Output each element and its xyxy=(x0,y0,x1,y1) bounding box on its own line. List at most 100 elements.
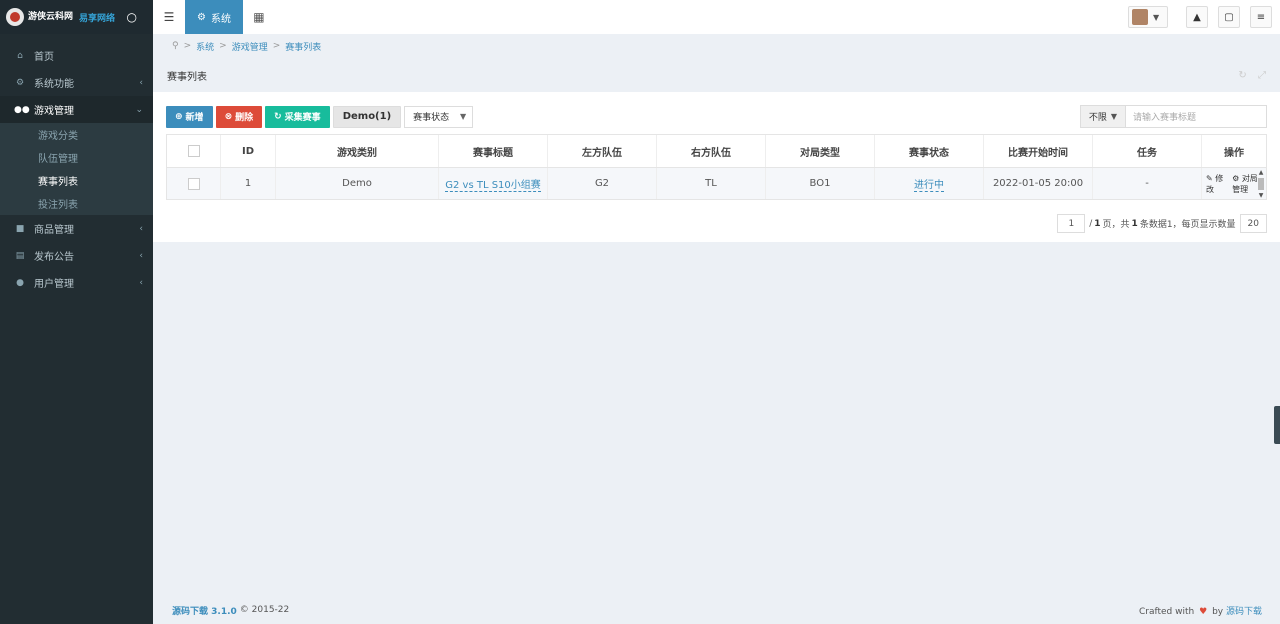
column-header[interactable]: 赛事标题 xyxy=(439,135,548,167)
collect-button-label: 采集赛事 xyxy=(284,113,321,123)
search-scope-dropdown[interactable]: 不限 ▼ xyxy=(1079,105,1126,128)
match-title-link[interactable]: G2 vs TL S10小组赛 xyxy=(445,176,541,192)
table-scrollbar[interactable]: ▲ ▼ xyxy=(1257,169,1265,199)
main-content: ⚲ > 系统 > 游戏管理 > 赛事列表 赛事列表 ↻ ⤢ ⊕ 新增 ⊗ 删除 … xyxy=(153,34,1280,624)
shop-icon: ■ xyxy=(15,223,25,234)
sidebar-item-label: 系统功能 xyxy=(34,79,74,90)
sidebar-item-game[interactable]: ●● 游戏管理 ⌄ xyxy=(0,96,153,123)
refresh-icon[interactable]: ↻ xyxy=(1238,70,1246,81)
trash-icon[interactable]: ▲ xyxy=(1186,6,1208,28)
breadcrumb-item-system[interactable]: 系统 xyxy=(196,40,214,53)
caret-down-icon: ▼ xyxy=(460,112,467,121)
times-circle-icon: ⊗ xyxy=(224,111,233,122)
status-link[interactable]: 进行中 xyxy=(914,176,944,192)
logo-icon xyxy=(6,8,24,26)
breadcrumb-item-matches[interactable]: 赛事列表 xyxy=(285,40,321,53)
sidebar-item-label: 游戏管理 xyxy=(34,106,74,117)
top-navbar: ☰ ⚙ 系统 ▦ ▼ ▲ ▢ ≡ xyxy=(153,0,1280,34)
sidebar-item-label: 发布公告 xyxy=(34,252,74,263)
logo-text: 游侠云科网 xyxy=(28,12,74,22)
footer-link[interactable]: 源码下载 xyxy=(1226,607,1262,617)
sidebar-item-shop[interactable]: ■ 商品管理 ‹ xyxy=(0,215,153,242)
scroll-up-icon[interactable]: ▲ xyxy=(1257,169,1265,176)
column-header[interactable]: 右方队伍 xyxy=(657,135,766,167)
grid-icon[interactable]: ▦ xyxy=(243,10,275,24)
chevron-left-icon: ‹ xyxy=(139,77,143,88)
refresh-icon: ↻ xyxy=(274,111,282,122)
sidebar-item-users[interactable]: ● 用户管理 ‹ xyxy=(0,269,153,296)
droplet-icon[interactable]: ○ xyxy=(127,10,137,24)
chevron-down-icon: ⌄ xyxy=(135,104,143,115)
sidebar-item-system[interactable]: ⚙ 系统功能 ‹ xyxy=(0,69,153,96)
sidebar-item-notice[interactable]: ▤ 发布公告 ‹ xyxy=(0,242,153,269)
top-right-tools: ▼ ▲ ▢ ≡ xyxy=(1128,6,1280,28)
column-header[interactable]: 赛事状态 xyxy=(875,135,984,167)
search-group: 不限 ▼ 请输入赛事标题 xyxy=(1079,105,1267,128)
settings-sliders-icon[interactable]: ≡ xyxy=(1250,6,1272,28)
logo-bar: 游侠云科网 易享网络 ○ xyxy=(0,0,153,34)
column-header: 操作 xyxy=(1224,147,1244,159)
column-header[interactable]: 任务 xyxy=(1093,135,1202,167)
column-header[interactable]: 比赛开始时间 xyxy=(984,135,1093,167)
edit-button[interactable]: ✎ 修改 xyxy=(1206,173,1224,195)
status-select[interactable]: 赛事状态 ▼ xyxy=(404,105,474,128)
pager-text-mid: 页，共 xyxy=(1102,220,1130,230)
row-checkbox[interactable] xyxy=(187,177,200,190)
table-header-row: ID 游戏类别 赛事标题 左方队伍 右方队伍 对局类型 赛事状态 比赛开始时间 … xyxy=(167,135,1266,168)
page-number-input[interactable]: 1 xyxy=(1057,214,1086,233)
breadcrumb-item-game[interactable]: 游戏管理 xyxy=(232,40,268,53)
tab-system[interactable]: ⚙ 系统 xyxy=(185,0,243,34)
sidebar-menu: ⌂ 首页 ⚙ 系统功能 ‹ ●● 游戏管理 ⌄ 游戏分类 队伍管理 赛事列表 投… xyxy=(0,42,153,296)
user-menu-button[interactable]: ▼ xyxy=(1128,6,1168,28)
location-pin-icon: ⚲ xyxy=(172,41,179,51)
footer: 源码下载 3.1.0 © 2015-22 Crafted with ♥ by 源… xyxy=(153,596,1280,624)
scroll-down-icon[interactable]: ▼ xyxy=(1257,192,1265,199)
scroll-thumb[interactable] xyxy=(1258,178,1264,190)
add-button[interactable]: ⊕ 新增 xyxy=(166,105,213,128)
fullscreen-icon[interactable]: ▢ xyxy=(1218,6,1240,28)
table-row[interactable]: 1 Demo G2 vs TL S10小组赛 G2 TL BO1 进行中 202… xyxy=(167,168,1266,199)
toolbar: ⊕ 新增 ⊗ 删除 ↻ 采集赛事 Demo(1) 赛事状态 ▼ 不限 ▼ 请输入… xyxy=(166,105,1267,128)
sidebar-item-home[interactable]: ⌂ 首页 xyxy=(0,42,153,69)
footer-by: by xyxy=(1212,606,1224,617)
cell-id: 1 xyxy=(221,168,276,199)
delete-button[interactable]: ⊗ 删除 xyxy=(215,105,263,128)
sidebar-item-label: 用户管理 xyxy=(34,279,74,290)
add-button-label: 新增 xyxy=(185,113,204,123)
column-header[interactable]: 对局类型 xyxy=(766,135,875,167)
total-count: 1 xyxy=(1131,218,1138,229)
plus-circle-icon: ⊕ xyxy=(175,111,183,122)
expand-icon[interactable]: ⤢ xyxy=(1258,70,1266,81)
submenu-item-matches[interactable]: 赛事列表 xyxy=(0,169,153,192)
delete-button-label: 删除 xyxy=(235,113,254,123)
side-drawer-handle[interactable] xyxy=(1274,406,1280,444)
column-header[interactable]: 左方队伍 xyxy=(548,135,657,167)
chevron-left-icon: ‹ xyxy=(139,223,143,234)
row-select-cell xyxy=(167,168,221,199)
collect-matches-button[interactable]: ↻ 采集赛事 xyxy=(265,105,330,128)
breadcrumb: ⚲ > 系统 > 游戏管理 > 赛事列表 xyxy=(172,40,322,53)
column-header[interactable]: ID xyxy=(221,135,276,167)
select-all-checkbox[interactable] xyxy=(187,145,200,157)
tab-label: 系统 xyxy=(210,13,231,25)
footer-credit: Crafted with ♥ by 源码下载 xyxy=(1139,604,1280,617)
heart-icon: ♥ xyxy=(1199,606,1208,617)
submenu-item-bets[interactable]: 投注列表 xyxy=(0,192,153,215)
demo-filter-tab[interactable]: Demo(1) xyxy=(332,105,402,128)
sidebar: 游侠云科网 易享网络 ○ ⌂ 首页 ⚙ 系统功能 ‹ ●● 游戏管理 ⌄ 游戏分… xyxy=(0,0,153,624)
menu-toggle-icon[interactable]: ☰ xyxy=(153,10,185,24)
logo-subtitle: 易享网络 xyxy=(79,13,116,24)
cell-right-team: TL xyxy=(657,168,766,199)
footer-brand[interactable]: 源码下载 3.1.0 xyxy=(172,604,237,617)
match-list-panel: ⊕ 新增 ⊗ 删除 ↻ 采集赛事 Demo(1) 赛事状态 ▼ 不限 ▼ 请输入… xyxy=(153,92,1280,242)
submenu-item-category[interactable]: 游戏分类 xyxy=(0,123,153,146)
users-icon: ● xyxy=(16,277,24,288)
submenu-item-teams[interactable]: 队伍管理 xyxy=(0,146,153,169)
pager-separator: / xyxy=(1089,218,1093,229)
footer-copyright: © 2015-22 xyxy=(239,605,290,615)
page-size-input[interactable]: 20 xyxy=(1239,214,1267,233)
column-header[interactable]: 游戏类别 xyxy=(276,135,439,167)
search-input[interactable]: 请输入赛事标题 xyxy=(1126,105,1267,128)
caret-down-icon: ▼ xyxy=(1110,112,1117,121)
cell-task: - xyxy=(1093,168,1202,199)
